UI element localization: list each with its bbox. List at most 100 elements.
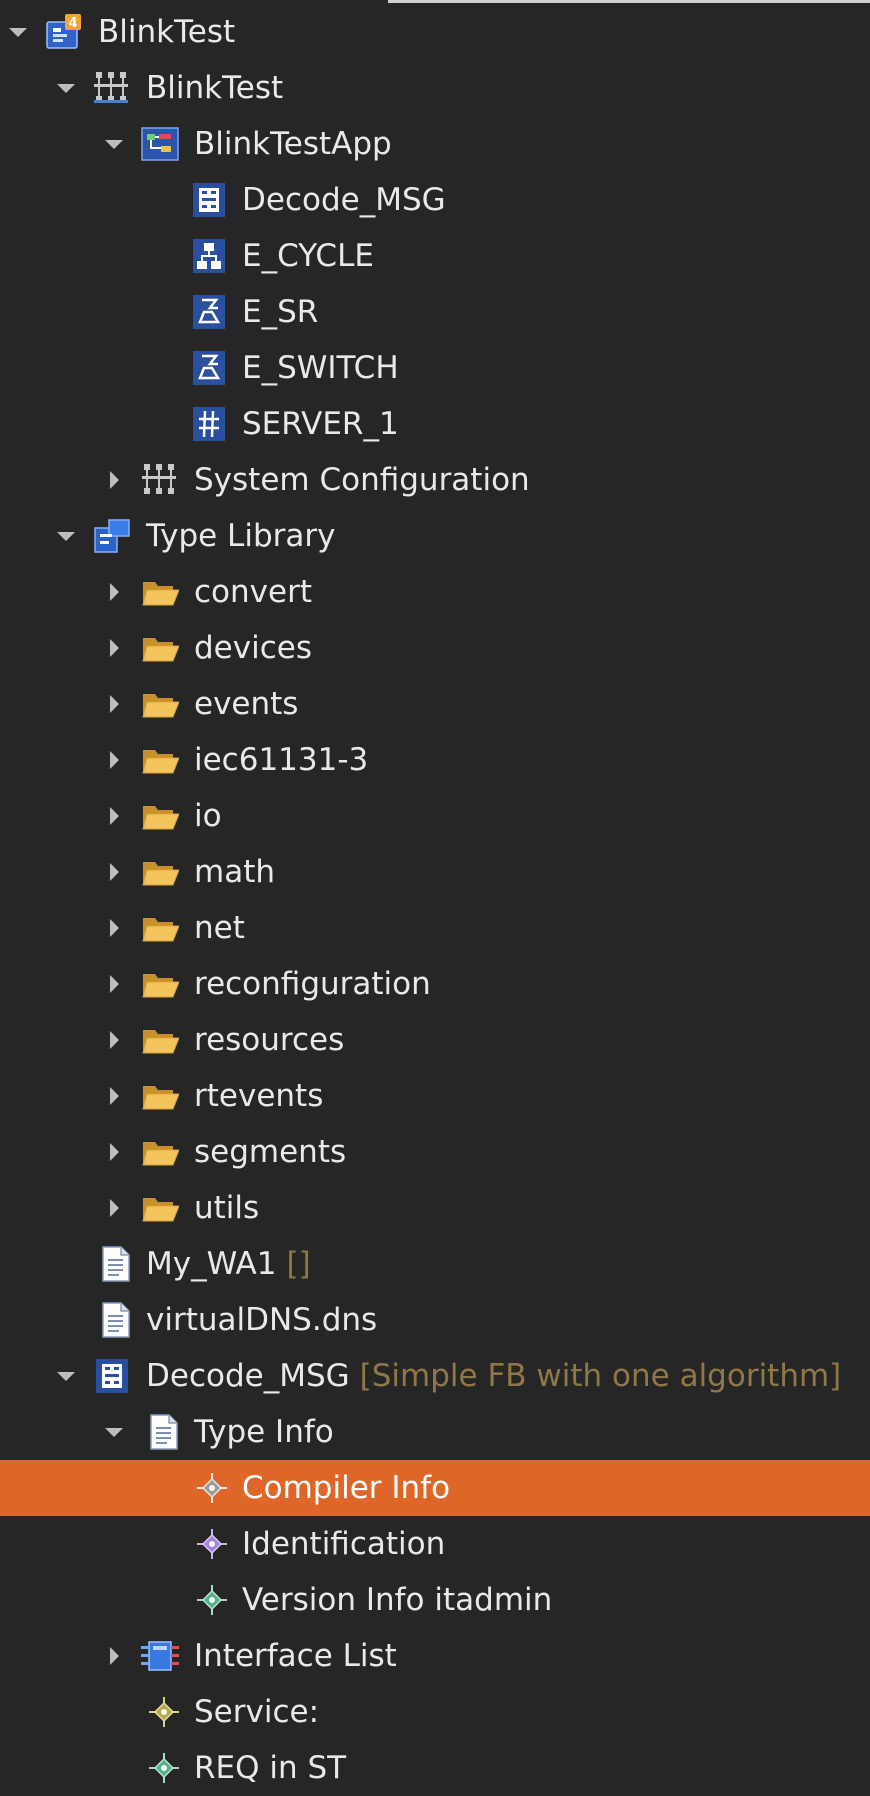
folder-icon <box>141 686 179 722</box>
tree-item-label: events <box>194 686 299 722</box>
version-info-icon <box>193 1582 231 1618</box>
composite-fb-icon <box>190 238 228 274</box>
chevron-right-icon[interactable] <box>102 732 126 788</box>
algorithm-icon <box>145 1750 183 1786</box>
tree-item-label: BlinkTestApp <box>194 126 392 162</box>
tree-item-label: Version Info itadmin <box>242 1582 553 1618</box>
tree-item-folder[interactable]: segments <box>0 1124 870 1180</box>
file-name: My_WA1 <box>146 1246 277 1282</box>
service-fb-icon <box>190 294 228 330</box>
service-fb-icon <box>190 350 228 386</box>
chevron-down-icon[interactable] <box>54 60 78 116</box>
chevron-right-icon[interactable] <box>102 956 126 1012</box>
tree-item-label: Service: <box>194 1694 320 1730</box>
chevron-down-icon[interactable] <box>54 508 78 564</box>
tree-item-label: E_CYCLE <box>242 238 374 274</box>
chevron-right-icon[interactable] <box>102 452 126 508</box>
tree-item-label: Decode_MSG [Simple FB with one algorithm] <box>146 1348 841 1404</box>
tree-item-label: rtevents <box>194 1078 324 1114</box>
tree-item-folder[interactable]: io <box>0 788 870 844</box>
chevron-right-icon[interactable] <box>102 844 126 900</box>
tree-item-folder[interactable]: events <box>0 676 870 732</box>
tree-item-label: segments <box>194 1134 347 1170</box>
tree-item-label: Interface List <box>194 1638 397 1674</box>
folder-icon <box>141 742 179 778</box>
tree-item-system-configuration[interactable]: System Configuration <box>0 452 870 508</box>
interface-fb-icon <box>190 406 228 442</box>
chevron-right-icon[interactable] <box>102 1068 126 1124</box>
tree-item-folder[interactable]: devices <box>0 620 870 676</box>
folder-icon <box>141 910 179 946</box>
tree-item-folder[interactable]: iec61131-3 <box>0 732 870 788</box>
tree-item-label: iec61131-3 <box>194 742 369 778</box>
tree-item-folder[interactable]: convert <box>0 564 870 620</box>
chevron-down-icon[interactable] <box>102 1404 126 1460</box>
folder-icon <box>141 574 179 610</box>
tree-item-folder[interactable]: resources <box>0 1012 870 1068</box>
tree-item-label: utils <box>194 1190 260 1226</box>
tree-item-application[interactable]: BlinkTestApp <box>0 116 870 172</box>
chevron-down-icon[interactable] <box>102 116 126 172</box>
type-library-icon <box>93 518 131 554</box>
folder-icon <box>141 630 179 666</box>
tree-item-label: io <box>194 798 222 834</box>
chevron-right-icon[interactable] <box>102 564 126 620</box>
tree-item-fb-type[interactable]: Decode_MSG [Simple FB with one algorithm] <box>0 1348 870 1404</box>
tree-item-compiler-info[interactable]: Compiler Info <box>0 1460 870 1516</box>
chevron-down-icon[interactable] <box>54 1348 78 1404</box>
chevron-right-icon[interactable] <box>102 1628 126 1684</box>
tree-item-fb[interactable]: SERVER_1 <box>0 396 870 452</box>
tree-item-identification[interactable]: Identification <box>0 1516 870 1572</box>
folder-icon <box>141 966 179 1002</box>
tree-item-fb[interactable]: E_SWITCH <box>0 340 870 396</box>
chevron-right-icon[interactable] <box>102 1124 126 1180</box>
tree-item-folder[interactable]: reconfiguration <box>0 956 870 1012</box>
tree-item-label: Type Info <box>194 1414 334 1450</box>
tree-item-service[interactable]: Service: <box>0 1684 870 1740</box>
tree-item-algorithm[interactable]: REQ in ST <box>0 1740 870 1796</box>
chevron-right-icon[interactable] <box>102 676 126 732</box>
interface-list-icon <box>141 1638 179 1674</box>
tree-item-label: Decode_MSG <box>242 182 446 218</box>
tree-item-file[interactable]: My_WA1[] <box>0 1236 870 1292</box>
tree-item-version-info[interactable]: Version Info itadmin <box>0 1572 870 1628</box>
tree-item-label: Identification <box>242 1526 446 1562</box>
tree-item-fb[interactable]: E_SR <box>0 284 870 340</box>
folder-icon <box>141 1022 179 1058</box>
identification-icon <box>193 1526 231 1562</box>
type-info-icon <box>145 1414 183 1450</box>
chevron-right-icon[interactable] <box>102 1012 126 1068</box>
tree-item-folder[interactable]: utils <box>0 1180 870 1236</box>
chevron-right-icon[interactable] <box>102 620 126 676</box>
chevron-down-icon[interactable] <box>6 4 30 60</box>
file-icon <box>97 1302 135 1338</box>
fb-name: Decode_MSG <box>146 1358 350 1394</box>
chevron-right-icon[interactable] <box>102 900 126 956</box>
folder-icon <box>141 854 179 890</box>
tree-item-label: System Configuration <box>194 462 530 498</box>
folder-icon <box>141 1078 179 1114</box>
chevron-right-icon[interactable] <box>102 1180 126 1236</box>
tree-item-folder[interactable]: net <box>0 900 870 956</box>
folder-icon <box>141 798 179 834</box>
tree-item-label: convert <box>194 574 312 610</box>
tree-item-project[interactable]: 4 BlinkTest <box>0 4 870 60</box>
tree-item-type-library[interactable]: Type Library <box>0 508 870 564</box>
tree-item-label: My_WA1[] <box>146 1236 311 1292</box>
tree-item-label: net <box>194 910 245 946</box>
tree-item-fb[interactable]: E_CYCLE <box>0 228 870 284</box>
service-icon <box>145 1694 183 1730</box>
tree-item-type-info[interactable]: Type Info <box>0 1404 870 1460</box>
tree-item-file[interactable]: virtualDNS.dns <box>0 1292 870 1348</box>
tree-item-interface-list[interactable]: Interface List <box>0 1628 870 1684</box>
basic-fb-icon <box>93 1358 131 1394</box>
tree-item-label: Compiler Info <box>242 1470 451 1506</box>
application-icon <box>141 126 179 162</box>
tree-item-label: virtualDNS.dns <box>146 1302 378 1338</box>
tree-item-folder[interactable]: math <box>0 844 870 900</box>
tree-item-folder[interactable]: rtevents <box>0 1068 870 1124</box>
tree-item-fb[interactable]: Decode_MSG <box>0 172 870 228</box>
folder-icon <box>141 1190 179 1226</box>
chevron-right-icon[interactable] <box>102 788 126 844</box>
tree-item-system[interactable]: BlinkTest <box>0 60 870 116</box>
